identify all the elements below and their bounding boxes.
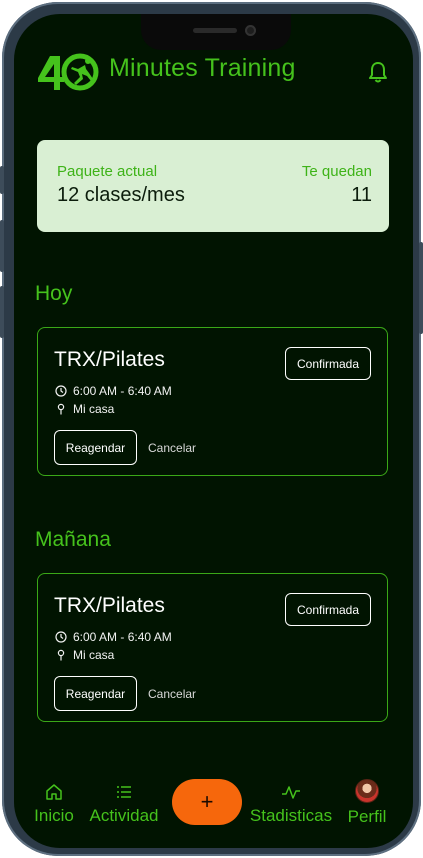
add-class-button[interactable]: +: [172, 779, 242, 825]
class-time: 6:00 AM - 6:40 AM: [73, 384, 172, 398]
remaining-value: 11: [351, 184, 372, 206]
app-header: Minutes Training: [36, 50, 396, 94]
avatar: [355, 779, 379, 803]
nav-home-label: Inicio: [34, 806, 74, 825]
remaining-label: Te quedan: [301, 163, 372, 180]
cancel-button[interactable]: Cancelar: [148, 441, 196, 455]
nav-profile[interactable]: Perfil: [344, 779, 390, 827]
section-title-today: Hoy: [35, 282, 73, 305]
phone-frame: Minutes Training Paquete actual 12 clase…: [0, 2, 423, 856]
reschedule-button[interactable]: Reagendar: [54, 430, 137, 465]
class-card-tomorrow[interactable]: TRX/Pilates 6:00 AM - 6:40 AM Mi casa Co…: [37, 573, 388, 722]
class-name: TRX/Pilates: [54, 348, 165, 371]
bell-icon[interactable]: [367, 60, 389, 84]
class-card-today[interactable]: TRX/Pilates 6:00 AM - 6:40 AM Mi casa Co…: [37, 327, 388, 476]
bottom-nav: Inicio Actividad + Stadisticas Perfil: [14, 769, 413, 848]
section-title-tomorrow: Mañana: [35, 528, 111, 551]
screen: Minutes Training Paquete actual 12 clase…: [14, 14, 413, 848]
nav-activity-label: Actividad: [89, 806, 159, 825]
plan-card: Paquete actual 12 clases/mes Te quedan 1…: [37, 140, 389, 232]
confirmed-status-button[interactable]: Confirmada: [285, 347, 371, 380]
class-place-row: Mi casa: [55, 401, 114, 417]
class-place: Mi casa: [73, 402, 115, 416]
location-pin-icon: [57, 403, 65, 415]
class-time: 6:00 AM - 6:40 AM: [73, 630, 172, 644]
nav-profile-label: Perfil: [347, 807, 387, 826]
notch: [141, 14, 291, 50]
plan-value: 12 clases/mes: [57, 184, 185, 206]
volume-up-button: [0, 220, 4, 272]
activity-chart-icon: [282, 786, 300, 799]
nav-stats-label: Stadisticas: [249, 806, 333, 825]
class-name: TRX/Pilates: [54, 594, 165, 617]
nav-stats[interactable]: Stadisticas: [244, 782, 338, 826]
home-icon: [46, 784, 62, 800]
confirmed-status-button[interactable]: Confirmada: [285, 593, 371, 626]
speaker: [193, 28, 237, 33]
mute-switch: [0, 166, 4, 194]
class-place-row: Mi casa: [55, 647, 114, 663]
cancel-button[interactable]: Cancelar: [148, 687, 196, 701]
clock-icon: [55, 631, 67, 643]
front-camera: [245, 25, 256, 36]
plan-label: Paquete actual: [57, 163, 158, 180]
power-button: [419, 242, 423, 334]
volume-down-button: [0, 286, 4, 338]
nav-home[interactable]: Inicio: [32, 782, 76, 826]
app-title: Minutes Training: [109, 54, 296, 82]
class-time-row: 6:00 AM - 6:40 AM: [55, 383, 172, 399]
list-icon: [117, 786, 131, 798]
clock-icon: [55, 385, 67, 397]
location-pin-icon: [57, 649, 65, 661]
nav-activity[interactable]: Actividad: [84, 782, 164, 826]
class-place: Mi casa: [73, 648, 115, 662]
app-logo: [36, 50, 102, 94]
reschedule-button[interactable]: Reagendar: [54, 676, 137, 711]
class-time-row: 6:00 AM - 6:40 AM: [55, 629, 172, 645]
